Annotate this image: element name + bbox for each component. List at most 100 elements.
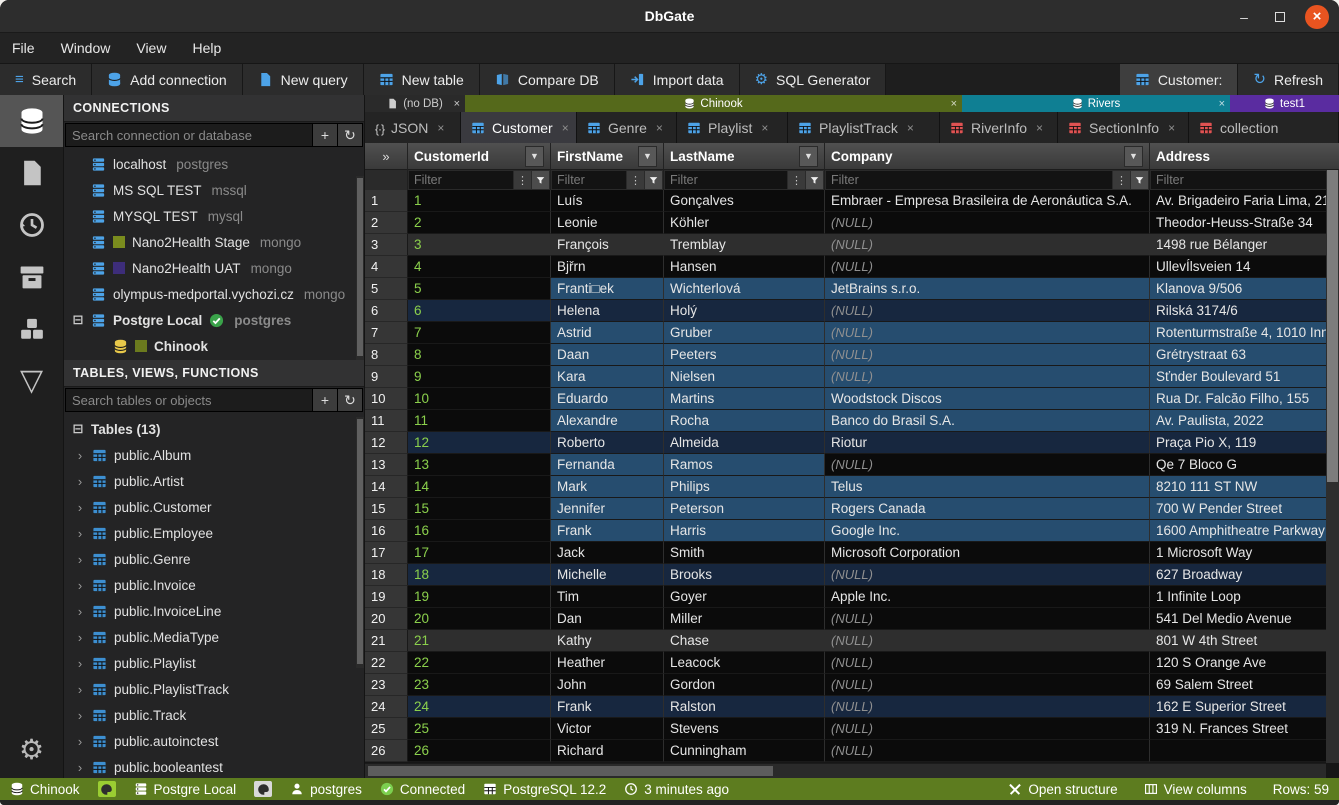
cell-lastname[interactable]: Peeters [664, 344, 825, 366]
cell-customerid[interactable]: 18 [408, 564, 551, 586]
cell-firstname[interactable]: Luís [551, 190, 664, 212]
cell-company[interactable]: Telus [825, 476, 1150, 498]
cell-customerid[interactable]: 16 [408, 520, 551, 542]
column-dropdown-icon[interactable]: ▼ [638, 146, 657, 167]
toolbar-button-search[interactable]: ≡Search [0, 64, 92, 95]
cell-address[interactable]: 700 W Pender Street [1150, 498, 1339, 520]
expander-icon[interactable]: ⊟ [72, 312, 84, 328]
cell-customerid[interactable]: 17 [408, 542, 551, 564]
toolbar-button-new-query[interactable]: New query [243, 64, 364, 95]
table-item-public-customer[interactable]: ›public.Customer [64, 494, 364, 520]
chevron-right-icon[interactable]: › [75, 552, 85, 567]
tab-sectioninfo[interactable]: SectionInfo× [1058, 112, 1189, 143]
db-group-tab-chinook[interactable]: Chinook× [465, 95, 962, 112]
cell-address[interactable] [1150, 740, 1339, 762]
table-item-public-invoiceline[interactable]: ›public.InvoiceLine [64, 598, 364, 624]
cell-firstname[interactable]: Franti□ek [551, 278, 664, 300]
chevron-right-icon[interactable]: › [75, 760, 85, 775]
cell-lastname[interactable]: Brooks [664, 564, 825, 586]
close-icon[interactable]: × [907, 121, 914, 135]
close-icon[interactable]: × [951, 98, 957, 110]
cell-customerid[interactable]: 9 [408, 366, 551, 388]
row-number-cell[interactable]: 5 [365, 278, 408, 300]
toolbar-button-new-table[interactable]: New table [364, 64, 480, 95]
filter-funnel-icon[interactable] [806, 171, 823, 189]
cell-customerid[interactable]: 1 [408, 190, 551, 212]
cell-customerid[interactable]: 25 [408, 718, 551, 740]
cell-lastname[interactable]: Ralston [664, 696, 825, 718]
cell-firstname[interactable]: Mark [551, 476, 664, 498]
cell-address[interactable]: 69 Salem Street [1150, 674, 1339, 696]
vertical-scrollbar[interactable] [1326, 170, 1339, 763]
grid-corner-cell[interactable]: » [365, 143, 408, 170]
cell-firstname[interactable]: Michelle [551, 564, 664, 586]
cell-company[interactable]: (NULL) [825, 454, 1150, 476]
cell-lastname[interactable]: Smith [664, 542, 825, 564]
cell-customerid[interactable]: 4 [408, 256, 551, 278]
cell-lastname[interactable]: Stevens [664, 718, 825, 740]
cell-lastname[interactable]: Gordon [664, 674, 825, 696]
connection-item-chinook[interactable]: Chinook [64, 333, 364, 359]
row-number-cell[interactable]: 14 [365, 476, 408, 498]
cell-company[interactable]: (NULL) [825, 234, 1150, 256]
menu-item-file[interactable]: File [12, 40, 35, 56]
chevron-right-icon[interactable]: › [75, 578, 85, 593]
tab-genre[interactable]: Genre× [577, 112, 677, 143]
cell-customerid[interactable]: 24 [408, 696, 551, 718]
filter-menu-icon[interactable]: ⋮ [514, 171, 531, 189]
cell-address[interactable]: 8210 111 ST NW [1150, 476, 1339, 498]
cell-lastname[interactable]: Leacock [664, 652, 825, 674]
connections-refresh-button[interactable]: ↻ [338, 123, 363, 147]
chevron-right-icon[interactable]: › [75, 682, 85, 697]
horizontal-scrollbar[interactable] [365, 763, 1326, 778]
cell-lastname[interactable]: Tremblay [664, 234, 825, 256]
tab-riverinfo[interactable]: RiverInfo× [940, 112, 1058, 143]
maximize-button[interactable] [1269, 6, 1291, 28]
table-item-public-album[interactable]: ›public.Album [64, 442, 364, 468]
toolbar-button-sql-generator[interactable]: ⚙SQL Generator [740, 64, 887, 95]
connection-item-olympus-medportal-vychozi-cz[interactable]: olympus-medportal.vychozi.czmongo [64, 281, 364, 307]
rail-item-history[interactable] [0, 199, 63, 251]
cell-company[interactable]: (NULL) [825, 344, 1150, 366]
cell-firstname[interactable]: Fernanda [551, 454, 664, 476]
cell-customerid[interactable]: 20 [408, 608, 551, 630]
row-number-cell[interactable]: 18 [365, 564, 408, 586]
row-number-cell[interactable]: 7 [365, 322, 408, 344]
table-item-public-track[interactable]: ›public.Track [64, 702, 364, 728]
horizontal-scrollbar-thumb[interactable] [368, 766, 773, 776]
row-number-cell[interactable]: 3 [365, 234, 408, 256]
cell-lastname[interactable]: Philips [664, 476, 825, 498]
close-icon[interactable]: × [1219, 98, 1225, 110]
cell-customerid[interactable]: 10 [408, 388, 551, 410]
cell-lastname[interactable]: Rocha [664, 410, 825, 432]
tables-add-button[interactable]: + [313, 388, 338, 412]
filter-funnel-icon[interactable] [645, 171, 662, 189]
cell-customerid[interactable]: 5 [408, 278, 551, 300]
cell-address[interactable]: UllevÍlsveien 14 [1150, 256, 1339, 278]
status-item-color-swatch[interactable] [98, 781, 116, 797]
cell-customerid[interactable]: 7 [408, 322, 551, 344]
cell-firstname[interactable]: Tim [551, 586, 664, 608]
cell-customerid[interactable]: 13 [408, 454, 551, 476]
cell-firstname[interactable]: Frank [551, 520, 664, 542]
cell-firstname[interactable]: Astrid [551, 322, 664, 344]
cell-address[interactable]: 1 Microsoft Way [1150, 542, 1339, 564]
cell-lastname[interactable]: Gruber [664, 322, 825, 344]
row-number-cell[interactable]: 4 [365, 256, 408, 278]
cell-company[interactable]: JetBrains s.r.o. [825, 278, 1150, 300]
rail-item-cells[interactable] [0, 303, 63, 355]
cell-firstname[interactable]: Helena [551, 300, 664, 322]
cell-company[interactable]: Riotur [825, 432, 1150, 454]
cell-address[interactable]: Theodor-Heuss-Straße 34 [1150, 212, 1339, 234]
cell-address[interactable]: Grétrystraat 63 [1150, 344, 1339, 366]
row-number-cell[interactable]: 25 [365, 718, 408, 740]
cell-firstname[interactable]: Frank [551, 696, 664, 718]
db-group-tab--no-db-[interactable]: (no DB)× [365, 95, 465, 112]
cell-customerid[interactable]: 3 [408, 234, 551, 256]
row-number-cell[interactable]: 12 [365, 432, 408, 454]
row-number-cell[interactable]: 15 [365, 498, 408, 520]
cell-address[interactable]: 1498 rue Bélanger [1150, 234, 1339, 256]
row-number-cell[interactable]: 21 [365, 630, 408, 652]
db-group-tab-rivers[interactable]: Rivers× [962, 95, 1230, 112]
cell-customerid[interactable]: 22 [408, 652, 551, 674]
